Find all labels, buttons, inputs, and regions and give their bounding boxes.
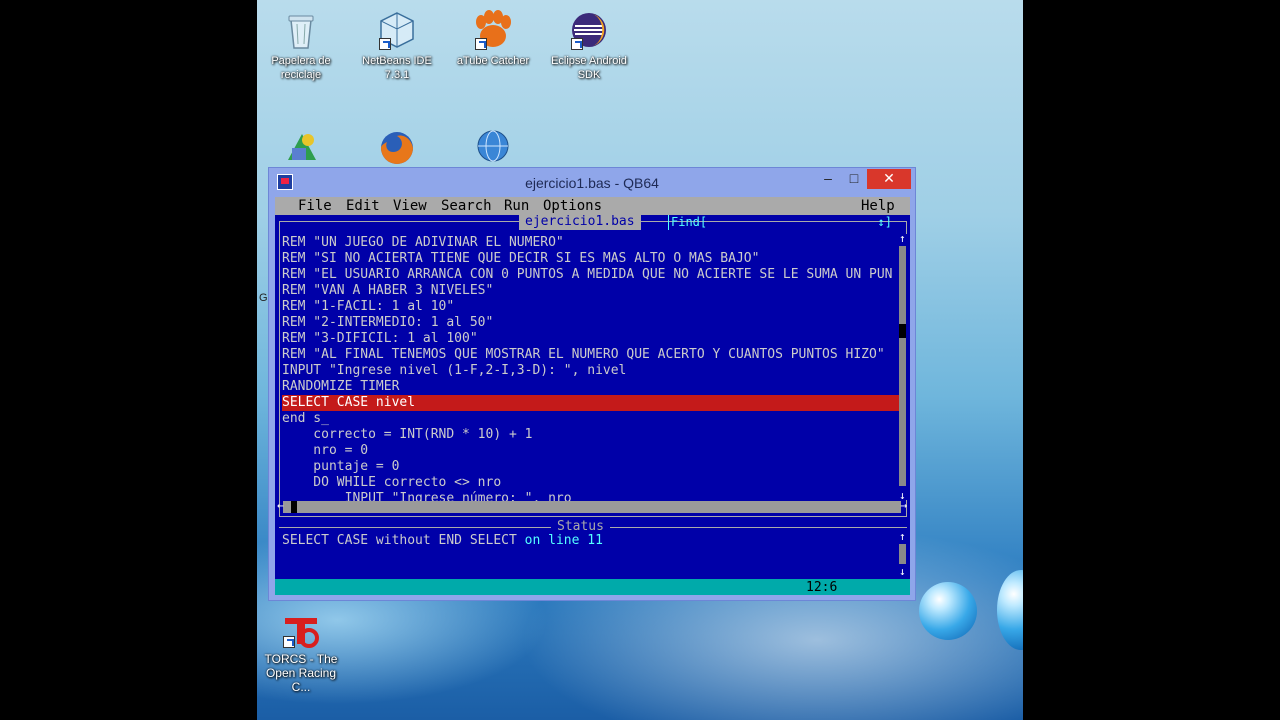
maximize-button[interactable]: □: [841, 169, 867, 189]
menu-bar: File Edit View Search Run Options Help: [275, 197, 910, 215]
desktop-icon-eclipse[interactable]: Eclipse Android SDK: [544, 4, 634, 82]
desktop-icon-firefox[interactable]: [352, 120, 442, 170]
code-line[interactable]: REM "3-DIFICIL: 1 al 100": [282, 331, 900, 347]
recycle-bin-label: Papelera de reciclaje: [271, 55, 331, 81]
editor-vertical-scrollbar[interactable]: ↑ ↓: [899, 232, 907, 502]
menu-search[interactable]: Search: [441, 198, 492, 214]
editor-horizontal-scrollbar[interactable]: ← →: [277, 499, 907, 513]
atube-catcher-label: aTube Catcher: [456, 55, 530, 67]
netbeans-label: NetBeans IDE 7.3.1: [362, 55, 432, 81]
menu-help[interactable]: Help: [861, 198, 895, 214]
code-line[interactable]: REM "EL USUARIO ARRANCA CON 0 PUNTOS A M…: [282, 267, 900, 283]
eclipse-icon: [569, 10, 609, 50]
decorative-orb: [997, 570, 1023, 650]
desktop-icon-atube-catcher[interactable]: aTube Catcher: [448, 4, 538, 68]
code-line[interactable]: end s_: [282, 411, 900, 427]
qb64-client-area: File Edit View Search Run Options Help e…: [275, 197, 910, 595]
code-line[interactable]: REM "VAN A HABER 3 NIVELES": [282, 283, 900, 299]
atube-catcher-icon: [473, 10, 513, 50]
code-line[interactable]: REM "1-FACIL: 1 al 10": [282, 299, 900, 315]
status-message-line[interactable]: on line 11: [525, 533, 603, 548]
recycle-bin-icon: [281, 10, 321, 50]
cursor-position: 12:6: [806, 580, 838, 595]
code-line[interactable]: REM "SI NO ACIERTA TIENE QUE DECIR SI ES…: [282, 251, 900, 267]
horizontal-scroll-thumb[interactable]: [291, 501, 297, 513]
menu-edit[interactable]: Edit: [346, 198, 380, 214]
status-label: Status: [551, 519, 610, 534]
code-line[interactable]: REM "2-INTERMEDIO: 1 al 50": [282, 315, 900, 331]
scroll-track[interactable]: [899, 246, 906, 486]
scroll-right-arrow-icon[interactable]: →: [900, 499, 907, 512]
desktop-icon-torcs[interactable]: TORCS - The Open Racing C...: [257, 602, 346, 694]
stray-char: G: [259, 292, 268, 304]
status-scroll-up-icon[interactable]: ↑: [899, 530, 906, 543]
torcs-icon: [281, 608, 321, 648]
code-line[interactable]: puntaje = 0: [282, 459, 900, 475]
menu-options[interactable]: Options: [543, 198, 602, 214]
file-tab[interactable]: ejercicio1.bas: [519, 215, 641, 230]
desktop-icon-network[interactable]: [448, 120, 538, 170]
status-message-prefix: SELECT CASE without END SELECT: [282, 533, 525, 548]
qb64-window[interactable]: ejercicio1.bas - QB64 – □ ✕ File Edit Vi…: [268, 167, 916, 601]
code-line[interactable]: nro = 0: [282, 443, 900, 459]
firefox-icon: [377, 126, 417, 166]
scroll-left-arrow-icon[interactable]: ←: [277, 499, 284, 512]
status-vertical-scrollbar[interactable]: ↑ ↓: [899, 530, 907, 578]
menu-view[interactable]: View: [393, 198, 427, 214]
decorative-orb: [919, 582, 977, 640]
shortcut-arrow-icon: [283, 636, 295, 648]
status-scroll-track[interactable]: [899, 544, 906, 564]
scroll-thumb[interactable]: [899, 324, 906, 338]
find-arrows-icon[interactable]: ↕]: [878, 215, 892, 229]
menu-run[interactable]: Run: [504, 198, 529, 214]
scroll-up-arrow-icon[interactable]: ↑: [899, 232, 906, 245]
torcs-label: TORCS - The Open Racing C...: [264, 652, 338, 694]
status-bar: 12:6: [275, 579, 910, 595]
network-globe-icon: [473, 126, 513, 166]
eclipse-label: Eclipse Android SDK: [551, 55, 627, 81]
find-box[interactable]: Find[ ↕]: [668, 215, 894, 230]
close-button[interactable]: ✕: [867, 169, 911, 189]
shortcut-arrow-icon: [571, 38, 583, 50]
code-line[interactable]: RANDOMIZE TIMER: [282, 379, 900, 395]
code-editor[interactable]: REM "UN JUEGO DE ADIVINAR EL NUMERO" REM…: [282, 235, 900, 506]
shortcut-arrow-icon: [379, 38, 391, 50]
netbeans-icon: [377, 10, 417, 50]
find-label: Find[: [671, 215, 708, 229]
code-line[interactable]: REM "AL FINAL TENEMOS QUE MOSTRAR EL NUM…: [282, 347, 900, 363]
code-line[interactable]: REM "UN JUEGO DE ADIVINAR EL NUMERO": [282, 235, 900, 251]
desktop-icon-app[interactable]: [257, 120, 347, 170]
status-scroll-down-icon[interactable]: ↓: [899, 565, 906, 578]
minimize-button[interactable]: –: [815, 169, 841, 189]
app-icon: [282, 126, 322, 166]
status-message: SELECT CASE without END SELECT on line 1…: [282, 533, 603, 548]
title-bar[interactable]: ejercicio1.bas - QB64 – □ ✕: [269, 168, 915, 196]
code-line[interactable]: correcto = INT(RND * 10) + 1: [282, 427, 900, 443]
code-line[interactable]: INPUT "Ingrese nivel (1-F,2-I,3-D): ", n…: [282, 363, 900, 379]
desktop-icon-netbeans[interactable]: NetBeans IDE 7.3.1: [352, 4, 442, 82]
shortcut-arrow-icon: [475, 38, 487, 50]
menu-file[interactable]: File: [298, 198, 332, 214]
code-line-error-highlight[interactable]: SELECT CASE nivel: [282, 395, 900, 411]
desktop-icon-recycle-bin[interactable]: Papelera de reciclaje: [257, 4, 346, 82]
code-line[interactable]: DO WHILE correcto <> nro: [282, 475, 900, 491]
